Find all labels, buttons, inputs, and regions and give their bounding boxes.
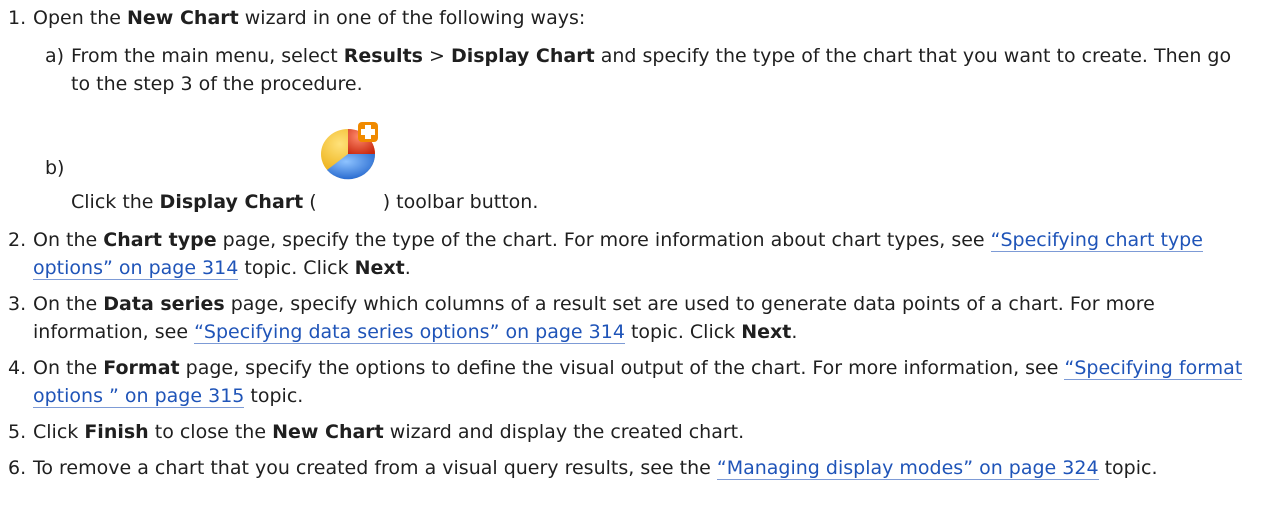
ui-term: Data series: [103, 293, 225, 315]
substep-letter: a): [45, 45, 65, 67]
step-6: 6. To remove a chart that you created fr…: [8, 454, 1268, 482]
procedure-list: 1. Open the New Chart wizard in one of t…: [0, 0, 1268, 482]
substep-a: a) From the main menu, select Results > …: [45, 42, 1260, 98]
ui-term: Format: [103, 357, 180, 379]
ui-term: Display Chart: [159, 191, 304, 213]
step-2: 2. On the Chart type page, specify the t…: [8, 226, 1268, 282]
ui-term: Next: [354, 257, 405, 279]
step-number: 4.: [8, 357, 27, 379]
data-series-options-link[interactable]: “Specifying data series options” on page…: [194, 321, 625, 344]
step-number: 2.: [8, 229, 27, 251]
step-text: On the Data series page, specify which c…: [33, 293, 1155, 344]
step-text: On the Chart type page, specify the type…: [33, 229, 1203, 280]
ui-term: New Chart: [127, 7, 239, 29]
ui-term: Results: [343, 45, 423, 67]
step-4: 4. On the Format page, specify the optio…: [8, 354, 1268, 410]
step-number: 3.: [8, 293, 27, 315]
ui-term: Next: [741, 321, 792, 343]
ui-term: Finish: [84, 421, 149, 443]
chart-add-icon: [318, 122, 382, 218]
substep-text: Click the Display Chart () toolbar butt…: [71, 117, 1236, 218]
substep-text: From the main menu, select Results > Dis…: [71, 45, 1232, 95]
step-3: 3. On the Data series page, specify whic…: [8, 290, 1268, 346]
substep-b: b) Click the Display Chart () toolbar b…: [45, 117, 1260, 218]
step-5: 5. Click Finish to close the New Chart w…: [8, 418, 1268, 446]
ui-term: Display Chart: [450, 45, 595, 67]
step-number: 5.: [8, 421, 27, 443]
step-text: Open the New Chart wizard in one of the …: [33, 4, 1260, 218]
substep-letter: b): [45, 157, 65, 179]
managing-display-modes-link[interactable]: “Managing display modes” on page 324: [716, 457, 1099, 480]
step-number: 6.: [8, 457, 27, 479]
step-text: On the Format page, specify the options …: [33, 357, 1243, 408]
step-text: To remove a chart that you created from …: [33, 457, 1158, 480]
ui-term: New Chart: [272, 421, 384, 443]
step-number: 1.: [8, 7, 27, 29]
step-1: 1. Open the New Chart wizard in one of t…: [8, 4, 1268, 218]
step-text: Click Finish to close the New Chart wiza…: [33, 421, 745, 443]
ui-term: Chart type: [103, 229, 217, 251]
